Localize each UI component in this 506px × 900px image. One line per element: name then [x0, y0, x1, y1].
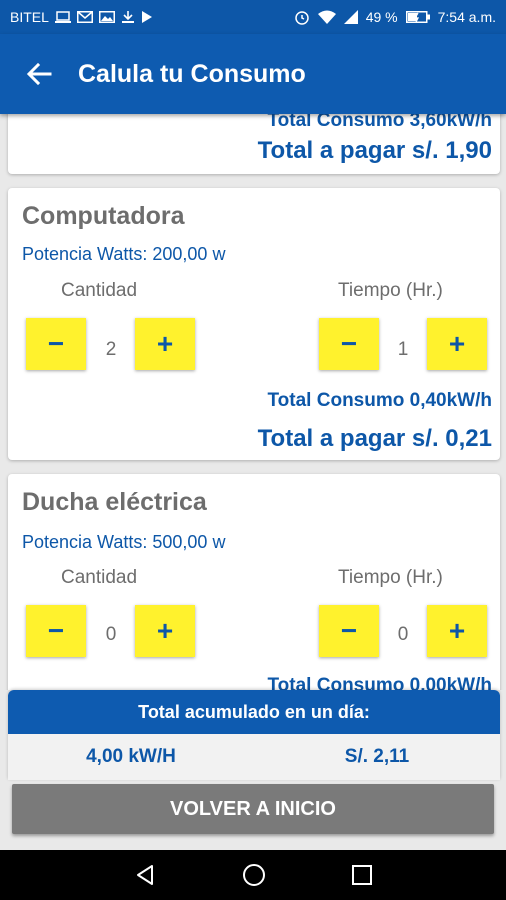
cantidad-label: Cantidad	[61, 567, 138, 588]
back-button[interactable]	[0, 34, 78, 114]
total-consumo: Total Consumo 0,00kW/h	[267, 675, 492, 690]
daily-total-heading: Total acumulado en un día:	[8, 690, 500, 734]
appliance-name: Computadora	[22, 202, 185, 230]
bottom-area: VOLVER A INICIO	[0, 780, 506, 850]
appliance-card: Ducha eléctrica Potencia Watts: 500,00 w…	[8, 474, 500, 690]
tiempo-plus-button[interactable]: +	[427, 318, 487, 370]
cantidad-plus-button[interactable]: +	[135, 605, 195, 657]
arrow-left-icon	[26, 62, 52, 86]
daily-total-row: 4,00 kW/H S/. 2,11	[8, 734, 500, 780]
appliance-list[interactable]: Total Consumo 3,60kW/h Total a pagar s/.…	[0, 114, 506, 690]
daily-cost-total: S/. 2,11	[344, 746, 410, 767]
system-nav-bar	[0, 850, 506, 900]
tiempo-label: Tiempo (Hr.)	[338, 567, 443, 588]
signal-icon	[343, 10, 358, 24]
appliance-card: Computadora Potencia Watts: 200,00 w Can…	[8, 188, 500, 460]
appliance-power: Potencia Watts: 200,00 w	[22, 244, 226, 264]
tiempo-value: 1	[397, 339, 409, 360]
gallery-icon	[98, 11, 115, 23]
total-pagar: Total a pagar s/. 1,90	[257, 137, 492, 164]
appliance-card: Total Consumo 3,60kW/h Total a pagar s/.…	[8, 114, 500, 174]
clock: 7:54 a.m.	[437, 9, 496, 25]
cantidad-minus-button[interactable]: −	[26, 605, 86, 657]
total-consumo: Total Consumo 3,60kW/h	[267, 114, 492, 131]
tiempo-plus-button[interactable]: +	[427, 605, 487, 657]
cantidad-label: Cantidad	[61, 280, 138, 301]
carrier-name: BITEL	[10, 9, 49, 25]
tiempo-value: 0	[397, 624, 409, 645]
cantidad-minus-button[interactable]: −	[26, 318, 86, 370]
mail-icon	[76, 11, 93, 23]
page-title: Calula tu Consumo	[78, 59, 306, 88]
app-bar: Calula tu Consumo	[0, 34, 506, 114]
appliance-name: Ducha eléctrica	[22, 488, 207, 516]
nav-recents-icon[interactable]	[351, 864, 373, 886]
wifi-icon	[317, 10, 336, 24]
nav-home-icon[interactable]	[242, 863, 266, 887]
daily-total-panel: Total acumulado en un día: 4,00 kW/H S/.…	[8, 690, 500, 780]
battery-charging-icon	[405, 11, 430, 23]
cantidad-value: 2	[105, 339, 117, 360]
status-bar: BITEL 49 % 7:54 a.m.	[0, 0, 506, 34]
download-icon	[121, 11, 134, 23]
battery-percent: 49 %	[365, 9, 398, 25]
cantidad-value: 0	[105, 624, 117, 645]
alarm-icon	[294, 11, 309, 25]
status-right: 49 % 7:54 a.m.	[294, 9, 496, 25]
total-consumo: Total Consumo 0,40kW/h	[267, 390, 492, 411]
cantidad-plus-button[interactable]: +	[135, 318, 195, 370]
laptop-icon	[54, 11, 71, 23]
tiempo-minus-button[interactable]: −	[319, 605, 379, 657]
tiempo-label: Tiempo (Hr.)	[338, 280, 443, 301]
volver-a-inicio-button[interactable]: VOLVER A INICIO	[12, 784, 494, 834]
tiempo-minus-button[interactable]: −	[319, 318, 379, 370]
total-pagar: Total a pagar s/. 0,21	[257, 425, 492, 452]
status-left: BITEL	[10, 9, 153, 25]
play-store-icon	[141, 11, 152, 23]
daily-energy-total: 4,00 kW/H	[86, 746, 176, 767]
nav-back-icon[interactable]	[133, 863, 157, 887]
appliance-power: Potencia Watts: 500,00 w	[22, 532, 226, 552]
